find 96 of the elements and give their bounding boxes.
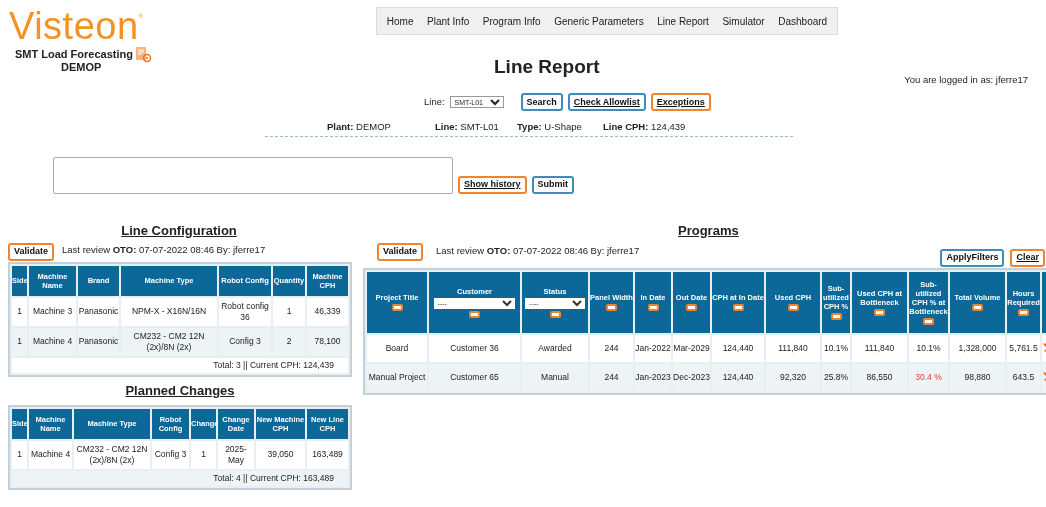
plant-name: DEMOP (60, 60, 103, 75)
table-cell: 1 (273, 297, 305, 326)
comment-field[interactable] (53, 156, 453, 194)
filter-field[interactable] (391, 304, 403, 311)
last-review-text: Last review OTO: 07-07-2022 08:46 By: jferre17 (62, 242, 266, 257)
table-footer: Total: 3 || Current CPH: 124,439 (12, 357, 348, 373)
filter-button[interactable]: ApplyFilters (940, 248, 1005, 267)
nav-link[interactable]: Simulator (722, 13, 765, 29)
table-cell: Jan-2022 (635, 334, 671, 362)
table-cell: 244 (590, 334, 633, 362)
info-field: Plant: DEMOP (327, 120, 435, 135)
table-cell: 98,880 (950, 363, 1005, 391)
filter-field[interactable] (1018, 308, 1029, 316)
table-cell: 1 (12, 327, 27, 356)
table-cell: Panasonic (78, 297, 119, 326)
table-cell: 244 (590, 363, 633, 391)
section-title: Programs (678, 222, 740, 239)
table-cell: CM232 - CM2 12N (2x)/8N (2x) (121, 327, 217, 356)
table-cell: 2 (273, 327, 305, 356)
table-cell: 10.1% (909, 334, 948, 362)
table-cell: Customer 36 (429, 334, 520, 362)
table-cell: 5,761.5 (1007, 334, 1040, 362)
table-cell: NPM-X - X16N/16N (121, 297, 217, 326)
table-cell: 1,328,000 (950, 334, 1005, 362)
table-cell: 1 (12, 440, 27, 469)
table-cell: 111,840 (766, 334, 820, 362)
table-cell: 163,489 (307, 440, 348, 469)
validate-button[interactable]: Validate (377, 242, 424, 261)
toolbar-button[interactable]: Exceptions (650, 93, 711, 112)
table-cell: 1 (12, 297, 27, 326)
table-cell: 1 (191, 440, 216, 469)
table-cell: Config 3 (152, 440, 189, 469)
table-cell: Machine 4 (29, 440, 72, 469)
nav-link[interactable]: Line Report (657, 13, 709, 29)
filter-button[interactable]: Clear (1010, 248, 1045, 267)
table-cell: 2025-May (218, 440, 254, 469)
validate-button[interactable]: Validate (8, 242, 55, 261)
table-cell: Manual (522, 363, 588, 391)
toolbar-button[interactable]: Search (520, 93, 563, 112)
table-footer: Total: 4 || Current CPH: 163,489 (12, 470, 348, 486)
filter-field[interactable] (469, 310, 480, 318)
table-cell: 124,440 (712, 363, 764, 391)
filter-field[interactable] (606, 304, 617, 311)
filter-field[interactable] (972, 304, 983, 311)
info-field: Line: SMT-L01 (435, 120, 517, 135)
comment-button[interactable]: Submit (531, 175, 574, 194)
report-gear-icon (134, 46, 152, 63)
table-cell: CM232 - CM2 12N (2x)/8N (2x) (74, 440, 150, 469)
table-cell: Config 3 (219, 327, 271, 356)
table-cell: Panasonic (78, 327, 119, 356)
table-cell: Machine 4 (29, 327, 76, 356)
filter-field[interactable] (830, 313, 842, 320)
filter-field[interactable] (647, 304, 659, 311)
filter-field[interactable] (732, 304, 744, 311)
table-cell: 30.4 % (909, 363, 948, 391)
table-cell: 78,100 (307, 327, 348, 356)
section-title: Planned Changes (125, 382, 235, 399)
toolbar-button[interactable]: Check Allowlist (567, 93, 646, 112)
table-cell: 46,339 (307, 297, 348, 326)
page-title: Line Report (494, 55, 600, 79)
filter-field[interactable] (787, 304, 799, 311)
filter-field[interactable] (874, 308, 885, 316)
table-cell: 25.8% (822, 363, 850, 391)
last-review-text: Last review OTO: 07-07-2022 08:46 By: jferre17 (436, 244, 640, 256)
table-cell: 92,320 (766, 363, 820, 391)
info-field: Line CPH: 124,439 (603, 120, 686, 135)
logged-in-text: You are logged in as: jferre17 (904, 73, 1028, 87)
table-cell: 86,550 (852, 363, 907, 391)
table-cell: Robot config 36 (219, 297, 271, 326)
table-cell: Mar-2029 (673, 334, 710, 362)
line-label: Line: (424, 95, 445, 110)
nav-link[interactable]: Dashboard (778, 13, 828, 29)
table-cell: 124,440 (712, 334, 764, 362)
table-cell: 10.1% (822, 334, 850, 362)
logo-wordmark: Visteon (9, 6, 139, 46)
nav-link[interactable]: Plant Info (427, 13, 470, 29)
app-name: SMT Load Forecasting (15, 47, 133, 63)
table-cell: Machine 3 (29, 297, 76, 326)
info-field: Type: U-Shape (517, 120, 603, 135)
comment-button[interactable]: Show history (458, 175, 527, 194)
table-cell: Jan-2023 (635, 363, 671, 391)
table-cell: Manual Project (367, 363, 427, 391)
section-title: Line Configuration (121, 222, 237, 239)
table-cell: Dec-2023 (673, 363, 710, 391)
filter-field[interactable] (686, 304, 697, 311)
table-cell: 111,840 (852, 334, 907, 362)
table-cell: Customer 65 (429, 363, 520, 391)
filter-field[interactable] (923, 317, 934, 325)
nav-link[interactable]: Generic Parameters (554, 13, 644, 29)
table-cell: 39,050 (256, 440, 305, 469)
nav-link[interactable]: Program Info (482, 13, 541, 29)
table-cell: 643.5 (1007, 363, 1040, 391)
table-cell: Board (367, 334, 427, 362)
table-cell: Awarded (522, 334, 588, 362)
filter-field[interactable] (549, 310, 561, 318)
nav-link[interactable]: Home (386, 13, 414, 29)
